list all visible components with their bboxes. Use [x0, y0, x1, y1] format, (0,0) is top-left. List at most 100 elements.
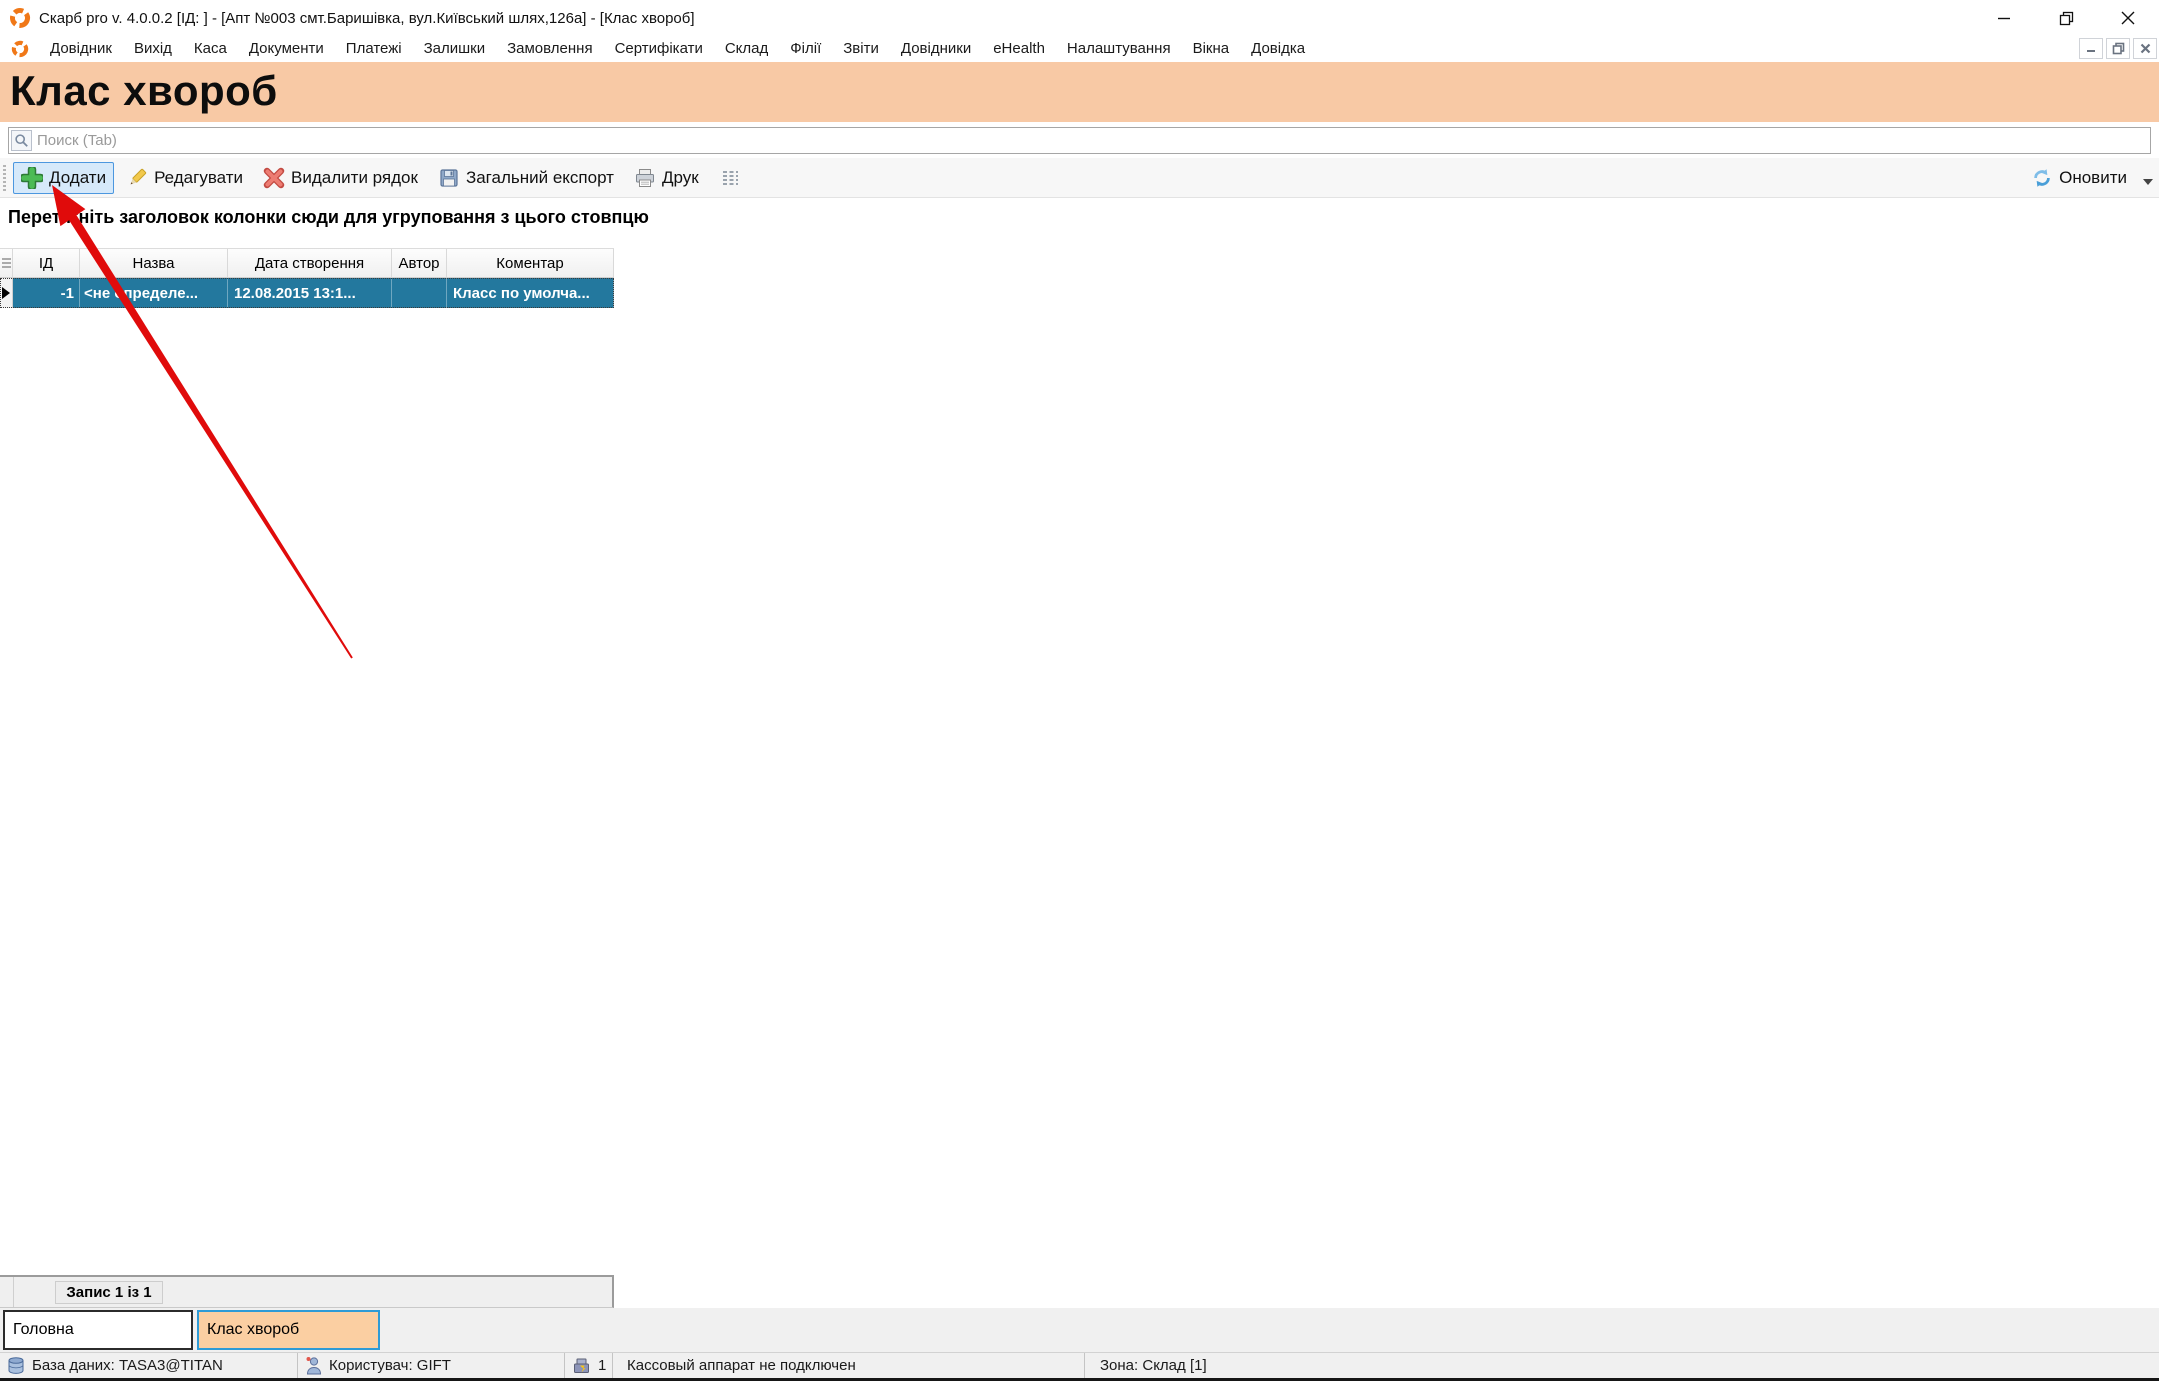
export-button[interactable]: Загальний експорт	[430, 162, 622, 194]
cell-created[interactable]: 12.08.2015 13:1...	[228, 278, 392, 308]
toolbar: Додати Редагувати В	[0, 158, 2159, 198]
search-field	[8, 127, 2151, 154]
database-icon	[7, 1356, 25, 1375]
cash-register-icon	[572, 1356, 591, 1375]
status-cash-panel: 1	[565, 1353, 613, 1378]
column-header-author[interactable]: Автор	[392, 249, 447, 278]
export-floppy-icon	[438, 167, 460, 189]
search-input[interactable]	[32, 129, 2150, 152]
status-user-text: Користувач: GIFT	[329, 1357, 451, 1374]
refresh-button[interactable]: Оновити	[2023, 162, 2135, 194]
add-button[interactable]: Додати	[13, 162, 114, 194]
menu-item-dokumenty[interactable]: Документи	[238, 36, 335, 62]
column-header-id[interactable]: ІД	[13, 249, 80, 278]
restore-button[interactable]	[2035, 0, 2097, 36]
status-user-panel: Користувач: GIFT	[298, 1353, 565, 1378]
grid-header-row: ІД Назва Дата створення Автор Коментар	[0, 248, 614, 278]
edit-button[interactable]: Редагувати	[118, 162, 251, 194]
print-button[interactable]: Друк	[626, 162, 707, 194]
row-indicator-cell	[0, 278, 13, 308]
menu-bar: Довідник Вихід Каса Документи Платежі За…	[0, 36, 2159, 62]
menu-item-vykhid[interactable]: Вихід	[123, 36, 183, 62]
print-printer-icon	[634, 167, 656, 189]
minimize-icon	[1997, 11, 2011, 25]
status-cash-message: Кассовый аппарат не подключен	[627, 1357, 856, 1374]
record-bar-left-cell	[0, 1277, 14, 1307]
refresh-button-label: Оновити	[2059, 168, 2127, 188]
menu-item-ehealth[interactable]: eHealth	[982, 36, 1056, 62]
page-title: Клас хвороб	[0, 62, 2159, 120]
column-header-comment[interactable]: Коментар	[447, 249, 614, 278]
cell-author[interactable]	[392, 278, 447, 308]
record-navigator-bar: Запис 1 із 1	[0, 1275, 614, 1308]
status-zone-panel: Зона: Склад [1]	[1085, 1353, 2159, 1378]
page-header-band: Клас хвороб	[0, 62, 2159, 122]
refresh-icon	[2031, 167, 2053, 189]
group-by-hint: Перетягніть заголовок колонки сюди для у…	[8, 207, 649, 228]
status-cash-message-panel: Кассовый аппарат не подключен	[613, 1353, 1085, 1378]
toolbar-right-group: Оновити	[2023, 158, 2153, 198]
mdi-minimize-button[interactable]	[2079, 38, 2103, 59]
column-header-created[interactable]: Дата створення	[228, 249, 392, 278]
mdi-minimize-icon	[2086, 44, 2096, 54]
refresh-dropdown-caret-icon[interactable]	[2143, 179, 2153, 185]
add-button-label: Додати	[49, 168, 106, 188]
menu-item-sertyfikaty[interactable]: Сертифікати	[604, 36, 714, 62]
menu-item-sklad[interactable]: Склад	[714, 36, 779, 62]
close-icon	[2121, 11, 2135, 25]
cell-comment[interactable]: Класс по умолча...	[447, 278, 614, 308]
menu-item-dovidnyk[interactable]: Довідник	[39, 36, 123, 62]
record-count-label: Запис 1 із 1	[55, 1281, 163, 1304]
window-title: Скарб pro v. 4.0.0.2 [ІД: ] - [Апт №003 …	[39, 10, 695, 27]
tab-home[interactable]: Головна	[3, 1310, 193, 1350]
menu-item-filii[interactable]: Філії	[779, 36, 832, 62]
mdi-close-button[interactable]	[2133, 38, 2157, 59]
toolbar-grip[interactable]	[3, 165, 6, 191]
status-database-text: База даних: TASA3@TITAN	[32, 1357, 223, 1374]
title-bar: Скарб pro v. 4.0.0.2 [ІД: ] - [Апт №003 …	[0, 0, 2159, 36]
columns-button[interactable]	[711, 162, 749, 194]
delete-x-icon	[263, 167, 285, 189]
status-cash-count: 1	[598, 1357, 606, 1374]
window-tab-strip: Головна Клас хвороб	[0, 1308, 2159, 1352]
delete-row-button-label: Видалити рядок	[291, 168, 418, 188]
mdi-close-icon	[2140, 43, 2151, 54]
export-button-label: Загальний експорт	[466, 168, 614, 188]
data-grid: ІД Назва Дата створення Автор Коментар -…	[0, 248, 614, 308]
menu-item-dovidnyky[interactable]: Довідники	[890, 36, 982, 62]
menu-app-icon	[11, 40, 29, 58]
table-row-selected[interactable]: -1 <не определе... 12.08.2015 13:1... Кл…	[0, 278, 614, 308]
menu-item-dovidka[interactable]: Довідка	[1240, 36, 1316, 62]
window-controls	[1973, 0, 2159, 36]
search-icon	[14, 133, 29, 148]
status-zone-text: Зона: Склад [1]	[1100, 1357, 1207, 1374]
mdi-window-controls	[2079, 38, 2157, 59]
menu-item-nalashtuvannia[interactable]: Налаштування	[1056, 36, 1182, 62]
mdi-restore-button[interactable]	[2106, 38, 2130, 59]
column-header-name[interactable]: Назва	[80, 249, 228, 278]
minimize-button[interactable]	[1973, 0, 2035, 36]
menu-item-vikna[interactable]: Вікна	[1182, 36, 1241, 62]
application-window: Скарб pro v. 4.0.0.2 [ІД: ] - [Апт №003 …	[0, 0, 2159, 1381]
cell-id[interactable]: -1	[13, 278, 80, 308]
close-button[interactable]	[2097, 0, 2159, 36]
row-list-icon	[2, 257, 11, 269]
row-pointer-icon	[2, 287, 10, 299]
menu-item-zvity[interactable]: Звіти	[832, 36, 890, 62]
search-icon-box	[11, 130, 32, 151]
menu-item-zalyshky[interactable]: Залишки	[413, 36, 497, 62]
print-button-label: Друк	[662, 168, 699, 188]
search-row	[0, 122, 2159, 158]
add-plus-icon	[21, 167, 43, 189]
restore-icon	[2059, 11, 2074, 26]
columns-icon	[719, 167, 741, 189]
user-icon	[305, 1356, 322, 1375]
cell-name[interactable]: <не определе...	[80, 278, 228, 308]
delete-row-button[interactable]: Видалити рядок	[255, 162, 426, 194]
mdi-restore-icon	[2112, 42, 2125, 55]
menu-item-platezhi[interactable]: Платежі	[335, 36, 413, 62]
tab-klas-khvorob[interactable]: Клас хвороб	[197, 1310, 380, 1350]
menu-item-zamovlennia[interactable]: Замовлення	[496, 36, 603, 62]
app-logo-icon	[9, 7, 31, 29]
menu-item-kasa[interactable]: Каса	[183, 36, 238, 62]
